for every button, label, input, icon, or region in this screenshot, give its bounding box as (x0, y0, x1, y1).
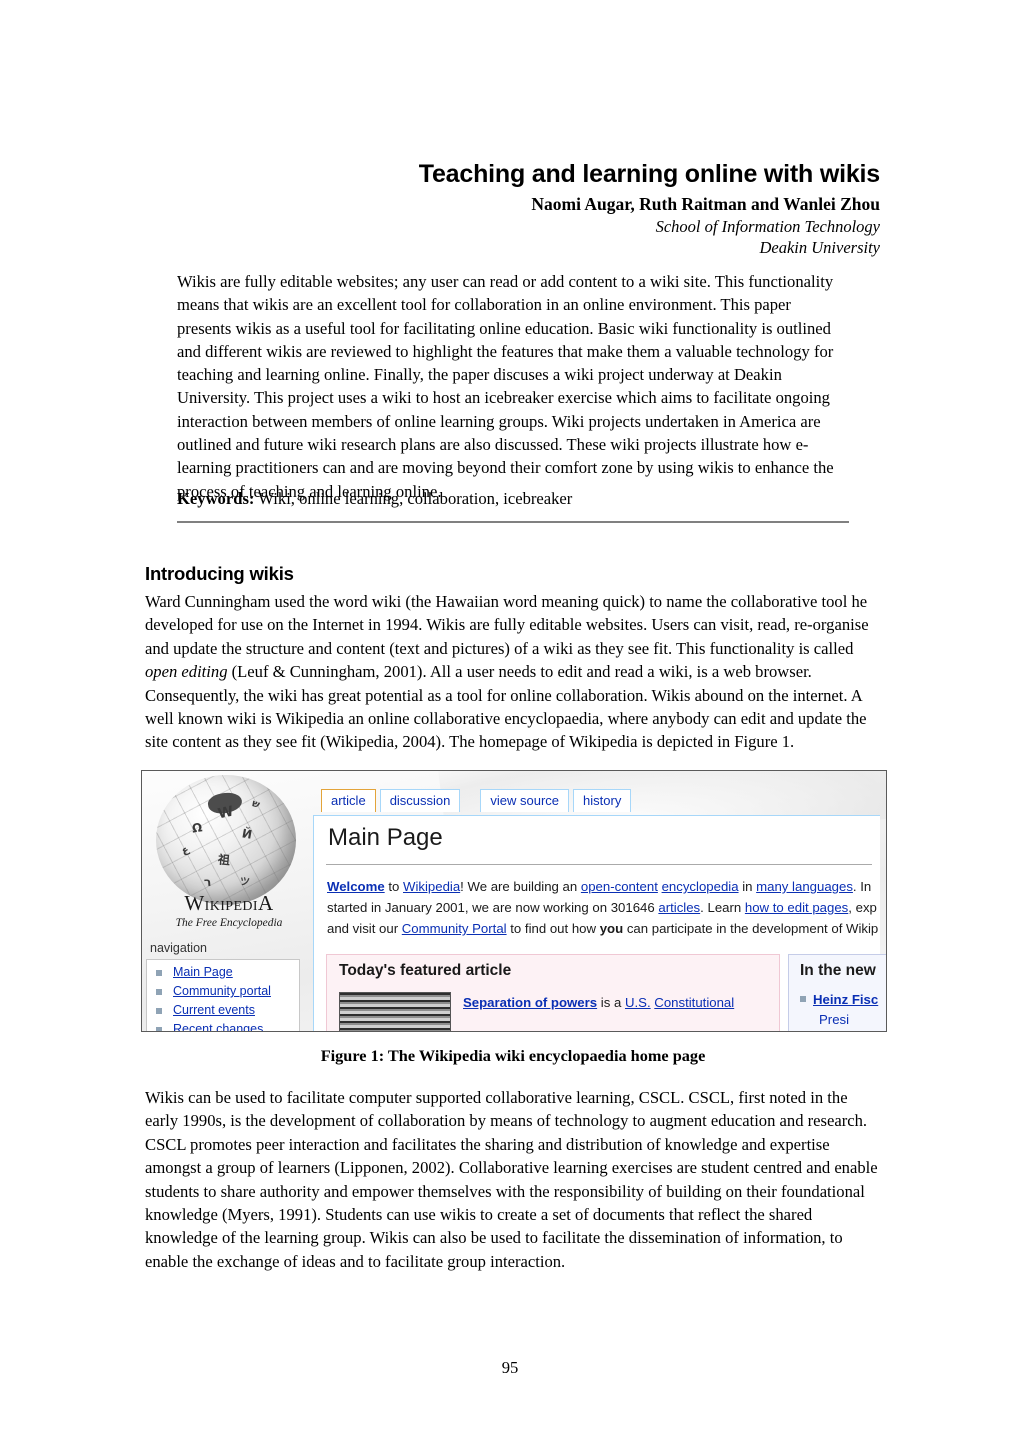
welcome-line3-c: can participate in the development of Wi… (623, 921, 878, 936)
nav-link-recent-changes[interactable]: Recent changes (173, 1022, 263, 1031)
wikipedia-globe-logo-icon[interactable]: W Ω Й ع 祖 ש ר ツ (156, 775, 296, 905)
document-page: Teaching and learning online with wikis … (0, 0, 1020, 1443)
wordmark-a: A (258, 891, 274, 915)
nav-link-current-events[interactable]: Current events (173, 1003, 255, 1017)
todays-featured-article-box: Today's featured article Separation of p… (326, 954, 780, 1031)
link-encyclopedia[interactable]: encyclopedia (662, 879, 739, 894)
nav-link-main-page[interactable]: Main Page (173, 965, 233, 979)
body-paragraph-1: Ward Cunningham used the word wiki (the … (145, 590, 878, 754)
wikipedia-tagline: The Free Encyclopedia (175, 917, 283, 929)
list-item[interactable]: Heinz Fisc (800, 992, 878, 1007)
link-separation-of-powers[interactable]: Separation of powers (463, 995, 597, 1010)
keywords-label: Keywords: (177, 489, 255, 508)
author-list: Naomi Augar, Ruth Raitman and Wanlei Zho… (531, 194, 880, 214)
affiliation-department: School of Information Technology (655, 217, 880, 236)
heading-underline (326, 864, 872, 865)
link-us[interactable]: U.S. (625, 995, 651, 1010)
welcome-line3-b: to find out how (506, 921, 600, 936)
featured-text-a: is a (597, 995, 625, 1010)
affiliation-university: Deakin University (759, 238, 880, 257)
bullet-icon (156, 1008, 162, 1014)
section-heading-introducing-wikis: Introducing wikis (145, 563, 294, 585)
news-item-secondary: Presi (819, 1012, 850, 1027)
list-item[interactable]: Main Page (156, 963, 304, 982)
link-open-content[interactable]: open-content (581, 879, 658, 894)
wikipedia-screenshot: W Ω Й ع 祖 ש ר ツ WIKIPEDIA The Free Encyc… (142, 771, 886, 1031)
horizontal-rule (177, 521, 849, 523)
link-community-portal[interactable]: Community Portal (402, 921, 507, 936)
link-constitutional[interactable]: Constitutional (654, 995, 734, 1010)
wordmark-main: IKIPEDI (204, 899, 258, 914)
figure-1-image: W Ω Й ع 祖 ש ר ツ WIKIPEDIA The Free Encyc… (141, 770, 887, 1032)
wikipedia-wordmark: WIKIPEDIA (154, 891, 304, 916)
page-number: 95 (501, 1358, 519, 1377)
link-welcome[interactable]: Welcome (327, 879, 385, 894)
link-wikipedia[interactable]: Wikipedia (403, 879, 460, 894)
paragraph-1-emphasis: open editing (145, 662, 228, 682)
welcome-line2-a: started in January 2001, we are now work… (327, 900, 659, 915)
welcome-emphasis-you: you (599, 921, 624, 936)
wikipedia-page-heading: Main Page (328, 824, 443, 851)
welcome-text-e: . In (852, 879, 872, 894)
tab-view-source[interactable]: view source (480, 789, 570, 812)
welcome-line2-c: , exp (848, 900, 877, 915)
tab-article[interactable]: article (321, 789, 376, 812)
featured-article-text: Separation of powers is a U.S. Constitut… (463, 993, 773, 1013)
body-paragraph-2: Wikis can be used to facilitate computer… (145, 1088, 878, 1271)
tab-discussion[interactable]: discussion (379, 789, 461, 812)
paragraph-1-part-b: (Leuf & Cunningham, 2001). All a user ne… (145, 662, 867, 752)
paragraph-1-part-a: Ward Cunningham used the word wiki (the … (145, 592, 869, 658)
in-the-news-box: In the new Heinz Fisc Presi (788, 954, 886, 1031)
keywords-value: Wiki, online learning, collaboration, ic… (258, 489, 573, 508)
welcome-line2-b: . Learn (700, 900, 745, 915)
page-title: Teaching and learning online with wikis (418, 159, 880, 188)
wikipedia-welcome-text: Welcome to Wikipedia! We are building an… (327, 876, 878, 939)
in-the-news-heading: In the new (800, 962, 876, 979)
list-item[interactable]: Recent changes (156, 1020, 304, 1031)
navigation-label: navigation (150, 941, 207, 955)
nav-link-community-portal[interactable]: Community portal (173, 984, 271, 998)
featured-article-thumbnail[interactable] (339, 992, 451, 1031)
link-articles[interactable]: articles (658, 900, 700, 915)
wikipedia-content-area: article discussion view source history M… (305, 771, 886, 1031)
link-many-languages[interactable]: many languages (756, 879, 853, 894)
navigation-list: Main Page Community portal Current event… (156, 963, 304, 1031)
bullet-icon (156, 989, 162, 995)
welcome-text-d: in (738, 879, 757, 894)
list-item[interactable]: Community portal (156, 982, 304, 1001)
globe-script-glyphs: W Ω Й ع 祖 ש ר ツ (180, 798, 262, 890)
link-heinz-fischer[interactable]: Heinz Fisc (813, 992, 878, 1007)
tab-history[interactable]: history (573, 789, 632, 812)
featured-article-heading: Today's featured article (339, 962, 512, 979)
list-item[interactable]: Current events (156, 1001, 304, 1020)
abstract-text: Wikis are fully editable websites; any u… (177, 272, 834, 501)
wordmark-w: W (184, 891, 205, 915)
wikipedia-page-body: Main Page Welcome to Wikipedia! We are b… (313, 815, 886, 1031)
wikipedia-sidebar: W Ω Й ع 祖 ש ר ツ WIKIPEDIA The Free Encyc… (142, 771, 305, 1031)
welcome-line3-a: and visit our (327, 921, 402, 936)
keywords-line: Keywords: Wiki, online learning, collabo… (177, 487, 839, 510)
bullet-icon (156, 1027, 162, 1031)
welcome-text-a: to (384, 879, 403, 894)
bullet-icon (800, 996, 806, 1002)
welcome-text-b: ! We are building an (460, 879, 581, 894)
figure-1-caption: Figure 1: The Wikipedia wiki encyclopaed… (320, 1046, 706, 1065)
wikipedia-tab-bar: article discussion view source history (321, 789, 632, 812)
link-how-to-edit-pages[interactable]: how to edit pages (745, 900, 848, 915)
bullet-icon (156, 970, 162, 976)
